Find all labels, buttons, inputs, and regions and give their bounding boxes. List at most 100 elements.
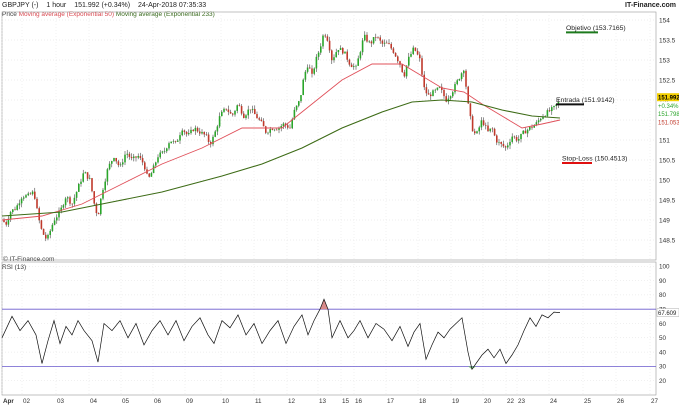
date-tick-label: 12 xyxy=(288,398,296,405)
candle-body xyxy=(504,146,507,148)
candle-body xyxy=(128,153,131,157)
candle-body xyxy=(300,95,302,102)
chart-canvas: Objetivo (153.7165) Entrada (151.9142) Sto… xyxy=(1,11,679,405)
date-tick-label: Apr xyxy=(3,398,14,405)
candle-body xyxy=(502,143,505,147)
level-label-objetivo: Objetivo (153.7165) xyxy=(566,25,626,32)
candle-body xyxy=(357,58,359,66)
candle-body xyxy=(166,148,168,152)
candle-body xyxy=(73,197,76,204)
price-tick-label: 152.5 xyxy=(659,78,676,85)
candle-body xyxy=(302,79,304,96)
candle-body xyxy=(489,128,491,132)
candle-body xyxy=(368,41,370,43)
candle-body xyxy=(243,113,245,118)
date-tick-label: 17 xyxy=(387,398,395,405)
candle-body xyxy=(199,131,201,134)
ma233-line xyxy=(1,99,561,217)
date-tick-label: 13 xyxy=(319,398,327,405)
candle-body xyxy=(280,126,282,128)
candle-body xyxy=(496,135,498,143)
candle-body xyxy=(29,193,32,195)
date-tick-label: 26 xyxy=(617,398,625,405)
candle-body xyxy=(216,126,219,132)
candle-body xyxy=(342,47,344,54)
candle-body xyxy=(474,131,476,134)
candle-body xyxy=(221,111,223,117)
date-tick-label: 05 xyxy=(122,398,130,405)
candle-body xyxy=(397,56,399,62)
candle-body xyxy=(62,205,65,208)
candle-body xyxy=(460,73,463,80)
candle-body xyxy=(80,181,82,184)
candle-body xyxy=(432,90,434,97)
candle-body xyxy=(245,115,247,118)
candle-body xyxy=(130,156,133,159)
candle-body xyxy=(152,165,155,174)
candle-body xyxy=(425,87,428,94)
candle-body xyxy=(207,134,210,142)
candle-body xyxy=(104,181,106,190)
candle-body xyxy=(430,94,432,97)
candle-body xyxy=(480,120,483,128)
candle-body xyxy=(36,198,38,209)
candle-body xyxy=(317,52,320,57)
candle-body xyxy=(260,119,263,122)
candle-body xyxy=(240,106,243,114)
candle-body xyxy=(322,35,324,47)
candle-body xyxy=(478,127,480,132)
candle-body xyxy=(333,57,335,61)
candle-body xyxy=(203,131,205,135)
candle-body xyxy=(137,156,139,158)
candle-body xyxy=(452,92,454,97)
candle-body xyxy=(344,51,346,54)
candle-body xyxy=(133,156,135,159)
candle-body xyxy=(254,109,256,115)
price-tick-label: 150 xyxy=(659,178,670,185)
candle-body xyxy=(49,230,51,235)
candle-body xyxy=(471,116,474,132)
price-tick-label: 148.5 xyxy=(659,238,676,245)
ma50-line xyxy=(1,63,561,221)
price-badge: +0.34% xyxy=(658,104,679,110)
candle-body xyxy=(403,72,406,77)
candle-body xyxy=(454,84,456,93)
candle-body xyxy=(53,220,56,225)
candle-body xyxy=(320,46,322,53)
candle-body xyxy=(326,36,329,41)
date-tick-label: 09 xyxy=(186,398,194,405)
date-tick-label: 16 xyxy=(355,398,363,405)
date-tick-label: 19 xyxy=(452,398,460,405)
candle-body xyxy=(388,43,390,44)
candle-body xyxy=(377,37,379,38)
candle-body xyxy=(194,127,197,132)
candle-body xyxy=(249,109,252,111)
rsi-tick-label: 20 xyxy=(659,378,667,385)
candle-body xyxy=(31,191,34,195)
candle-body xyxy=(251,109,254,111)
candle-body xyxy=(82,173,84,182)
candle-body xyxy=(5,222,7,225)
candle-body xyxy=(449,96,452,99)
candle-body xyxy=(144,162,146,170)
candle-body xyxy=(513,136,516,138)
price-badge: 151.798 xyxy=(658,112,679,118)
date-tick-label: 15 xyxy=(342,398,350,405)
date-tick-label: 18 xyxy=(419,398,427,405)
candle-body xyxy=(201,131,203,134)
rsi-tick-label: 90 xyxy=(659,278,667,285)
candle-body xyxy=(84,172,87,174)
candle-body xyxy=(313,68,315,74)
candle-body xyxy=(458,79,461,81)
candle-body xyxy=(122,162,124,165)
candle-body xyxy=(335,52,337,58)
candle-body xyxy=(227,109,230,112)
candle-body xyxy=(34,191,36,199)
candle-body xyxy=(491,128,494,130)
candle-body xyxy=(348,59,351,65)
candle-body xyxy=(315,56,318,69)
date-tick-label: 22 xyxy=(507,398,515,405)
candle-body xyxy=(337,50,340,53)
date-tick-label: 25 xyxy=(584,398,592,405)
candle-body xyxy=(410,53,412,57)
